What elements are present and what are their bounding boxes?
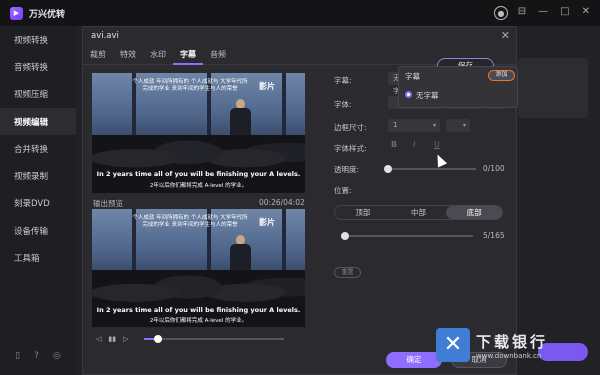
- sidebar-item-transfer[interactable]: 设备传输: [0, 217, 76, 244]
- playback-handle[interactable]: [153, 335, 162, 343]
- original-video: 个人成就 年间所拥有的 个人成就与 大学年代所完成的学业 来到年间的学生与人的荣…: [92, 73, 305, 193]
- opacity-value: 0/100: [483, 164, 505, 173]
- app-title: 万兴优转: [29, 9, 66, 20]
- dialog-title: avi.avi: [91, 31, 119, 41]
- background-panel: [518, 58, 588, 118]
- preview-video: 个人成就 年间所拥有的 个人成就与 大学年代所完成的学业 来到年间的学生与人的荣…: [92, 209, 305, 327]
- help-icon[interactable]: ?: [34, 351, 39, 361]
- dialog-close-icon[interactable]: ✕: [501, 29, 510, 42]
- preview-watermark: 影片: [259, 218, 275, 227]
- book-icon[interactable]: ▯: [15, 351, 20, 361]
- sidebar: 视频转换 音频转换 视频压缩 视频编辑 合并转换 视频录制 刻录DVD 设备传输…: [0, 26, 76, 375]
- tab-watermark[interactable]: 水印: [143, 47, 173, 65]
- position-top[interactable]: 顶部: [335, 206, 391, 219]
- font-label: 字体:: [334, 100, 352, 109]
- prev-frame-icon[interactable]: ◁: [96, 335, 101, 343]
- site-name: 下载银行: [476, 333, 549, 351]
- site-logo-icon: ✕: [436, 328, 470, 362]
- border-color-select[interactable]: ▾: [446, 119, 470, 132]
- sidebar-item-merge[interactable]: 合并转换: [0, 135, 76, 162]
- sidebar-item-record[interactable]: 视频录制: [0, 162, 76, 189]
- sidebar-item-video-compress[interactable]: 视频压缩: [0, 81, 76, 108]
- bold-button[interactable]: B: [391, 140, 397, 149]
- position-handle[interactable]: [340, 232, 349, 240]
- close-window-button[interactable]: ✕: [582, 5, 590, 19]
- preview-time: 00:26/04:02: [259, 198, 305, 207]
- position-label: 位置:: [334, 186, 352, 195]
- font-style-label: 字体样式:: [334, 144, 367, 153]
- preview-subtitle-en: In 2 years time all of you will be finis…: [96, 306, 301, 314]
- border-size-label: 边框尺寸:: [334, 123, 367, 132]
- video-subtitle-cn: 2年以后你们都将完成 A-level 的学业。: [149, 183, 248, 189]
- playback-track[interactable]: [143, 335, 284, 343]
- preview-top-subtitle: 个人成就 年间所拥有的 个人成就与 大学年代所完成的学业 来到年间的学生与人的荣…: [132, 215, 248, 228]
- sidebar-item-burn-dvd[interactable]: 刻录DVD: [0, 190, 76, 217]
- underline-button[interactable]: U: [434, 140, 440, 149]
- position-segmented: 顶部 中部 底部: [334, 205, 503, 220]
- pause-icon[interactable]: ▮▮: [108, 335, 116, 343]
- sidebar-item-toolbox[interactable]: 工具箱: [0, 244, 76, 271]
- reset-button[interactable]: 重置: [334, 267, 361, 278]
- add-subtitle-button[interactable]: 添加: [488, 70, 515, 81]
- feedback-icon[interactable]: ⊟: [518, 5, 526, 19]
- opacity-slider[interactable]: [384, 165, 476, 173]
- tab-subtitle[interactable]: 字幕: [173, 47, 203, 65]
- position-middle[interactable]: 中部: [391, 206, 447, 219]
- tab-effects[interactable]: 特效: [113, 47, 143, 65]
- sidebar-item-audio-convert[interactable]: 音频转换: [0, 53, 76, 80]
- player-controls: ◁ ▮▮ ▷: [92, 332, 305, 346]
- no-subtitle-option[interactable]: 无字幕: [416, 90, 439, 101]
- title-bar: ▶ 万兴优转 ● ⊟ — □ ✕: [0, 0, 600, 26]
- subtitle-dropdown-popup: 字幕 添加 无字幕: [398, 66, 518, 108]
- sidebar-item-video-convert[interactable]: 视频转换: [0, 26, 76, 53]
- site-watermark: ✕ 下载银行 www.downbank.cn: [430, 325, 596, 371]
- opacity-handle[interactable]: [384, 165, 392, 173]
- people-icon[interactable]: ◎: [53, 351, 61, 361]
- preview-label: 输出预览: [93, 199, 123, 208]
- sidebar-item-video-edit[interactable]: 视频编辑: [0, 107, 76, 136]
- no-subtitle-radio[interactable]: [405, 91, 412, 98]
- position-slider[interactable]: [340, 232, 473, 240]
- subtitle-label: 字幕:: [334, 76, 352, 85]
- tab-crop[interactable]: 裁剪: [83, 47, 113, 65]
- preview-subtitle-cn: 2年以后你们都将完成 A-level 的学业。: [149, 318, 248, 324]
- minimize-button[interactable]: —: [538, 5, 548, 19]
- popup-title: 字幕: [405, 72, 420, 81]
- site-url: www.downbank.cn: [476, 352, 542, 360]
- video-watermark: 影片: [259, 82, 275, 91]
- position-bottom[interactable]: 底部: [446, 206, 503, 219]
- next-frame-icon[interactable]: ▷: [123, 335, 128, 343]
- border-size-select[interactable]: 1 ▾: [388, 119, 440, 132]
- app-logo-icon: ▶: [10, 6, 23, 20]
- tab-audio[interactable]: 音频: [203, 47, 233, 65]
- opacity-label: 透明度:: [334, 165, 360, 174]
- italic-button[interactable]: I: [413, 140, 415, 149]
- maximize-button[interactable]: □: [560, 5, 569, 19]
- user-account-icon[interactable]: ●: [494, 6, 508, 20]
- border-size-value: 1: [393, 121, 398, 129]
- video-subtitle-en: In 2 years time all of you will be finis…: [96, 170, 301, 178]
- video-top-subtitle: 个人成就 年间所拥有的 个人成就与 大学年代所完成的学业 来到年间的学生与人的荣…: [132, 79, 248, 92]
- position-value: 5/165: [483, 231, 505, 240]
